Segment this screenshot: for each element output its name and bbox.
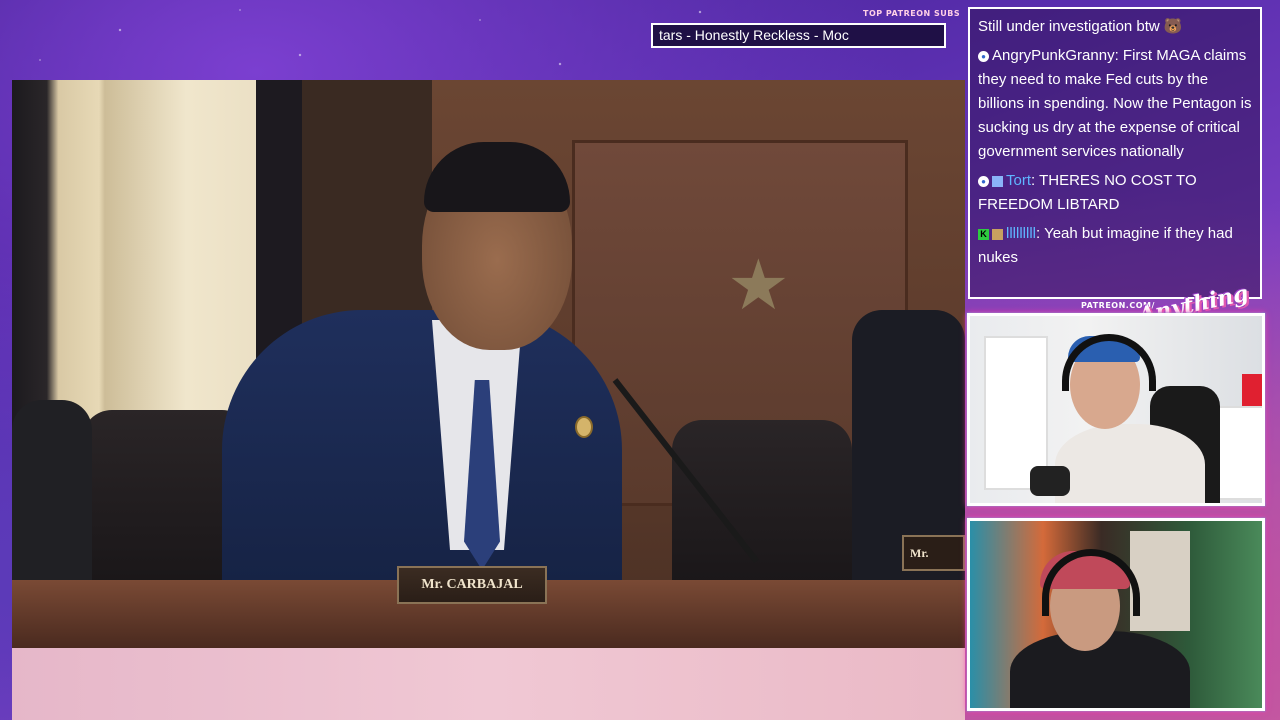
webcam-host-1 bbox=[967, 313, 1265, 506]
chat-message: ● Tort: THERES NO COST TO FREEDOM LIBTARD bbox=[978, 169, 1252, 217]
chat-message: ● AngryPunkGranny: First MAGA claims they… bbox=[978, 44, 1252, 164]
cam1-red-object bbox=[1242, 374, 1262, 406]
name-placard-side: Mr. bbox=[902, 535, 965, 571]
chat-message: Still under investigation btw 🐻 bbox=[978, 15, 1252, 39]
chat-username[interactable]: Tort bbox=[1006, 172, 1031, 189]
main-video-feed: ★ Mr. CARBAJAL Mr. bbox=[12, 80, 965, 648]
cam1-host-body bbox=[1055, 424, 1205, 503]
kick-badge-icon: K bbox=[978, 228, 989, 240]
webcam-host-2 bbox=[967, 518, 1265, 711]
chat-panel: Still under investigation btw 🐻 ● AngryPu… bbox=[968, 7, 1262, 299]
chat-message-text: Still under investigation btw 🐻 bbox=[978, 18, 1183, 35]
emote-badge-icon bbox=[992, 228, 1003, 240]
chat-username[interactable]: lllllllll bbox=[1006, 225, 1036, 242]
subscriber-badge-icon: ● bbox=[978, 50, 989, 62]
lapel-pin-icon bbox=[575, 416, 593, 438]
subscriber-badge-icon: ● bbox=[978, 175, 989, 187]
chat-message: Klllllllll: Yeah but imagine if they had… bbox=[978, 222, 1252, 270]
cam1-microphone bbox=[1030, 466, 1070, 496]
cam2-shelf bbox=[1130, 531, 1190, 631]
gift-badge-icon bbox=[992, 175, 1003, 187]
cam1-cabinet bbox=[1215, 406, 1262, 500]
top-patreon-subs-label: TOP PATREON SUBS bbox=[863, 9, 961, 18]
chat-username[interactable]: AngryPunkGranny bbox=[992, 47, 1115, 64]
bottom-pink-band bbox=[12, 648, 965, 720]
patreon-subs-ticker: tars - Honestly Reckless - Moc bbox=[651, 23, 946, 48]
star-emblem-icon: ★ bbox=[727, 244, 790, 326]
name-placard-main: Mr. CARBAJAL bbox=[397, 566, 547, 604]
